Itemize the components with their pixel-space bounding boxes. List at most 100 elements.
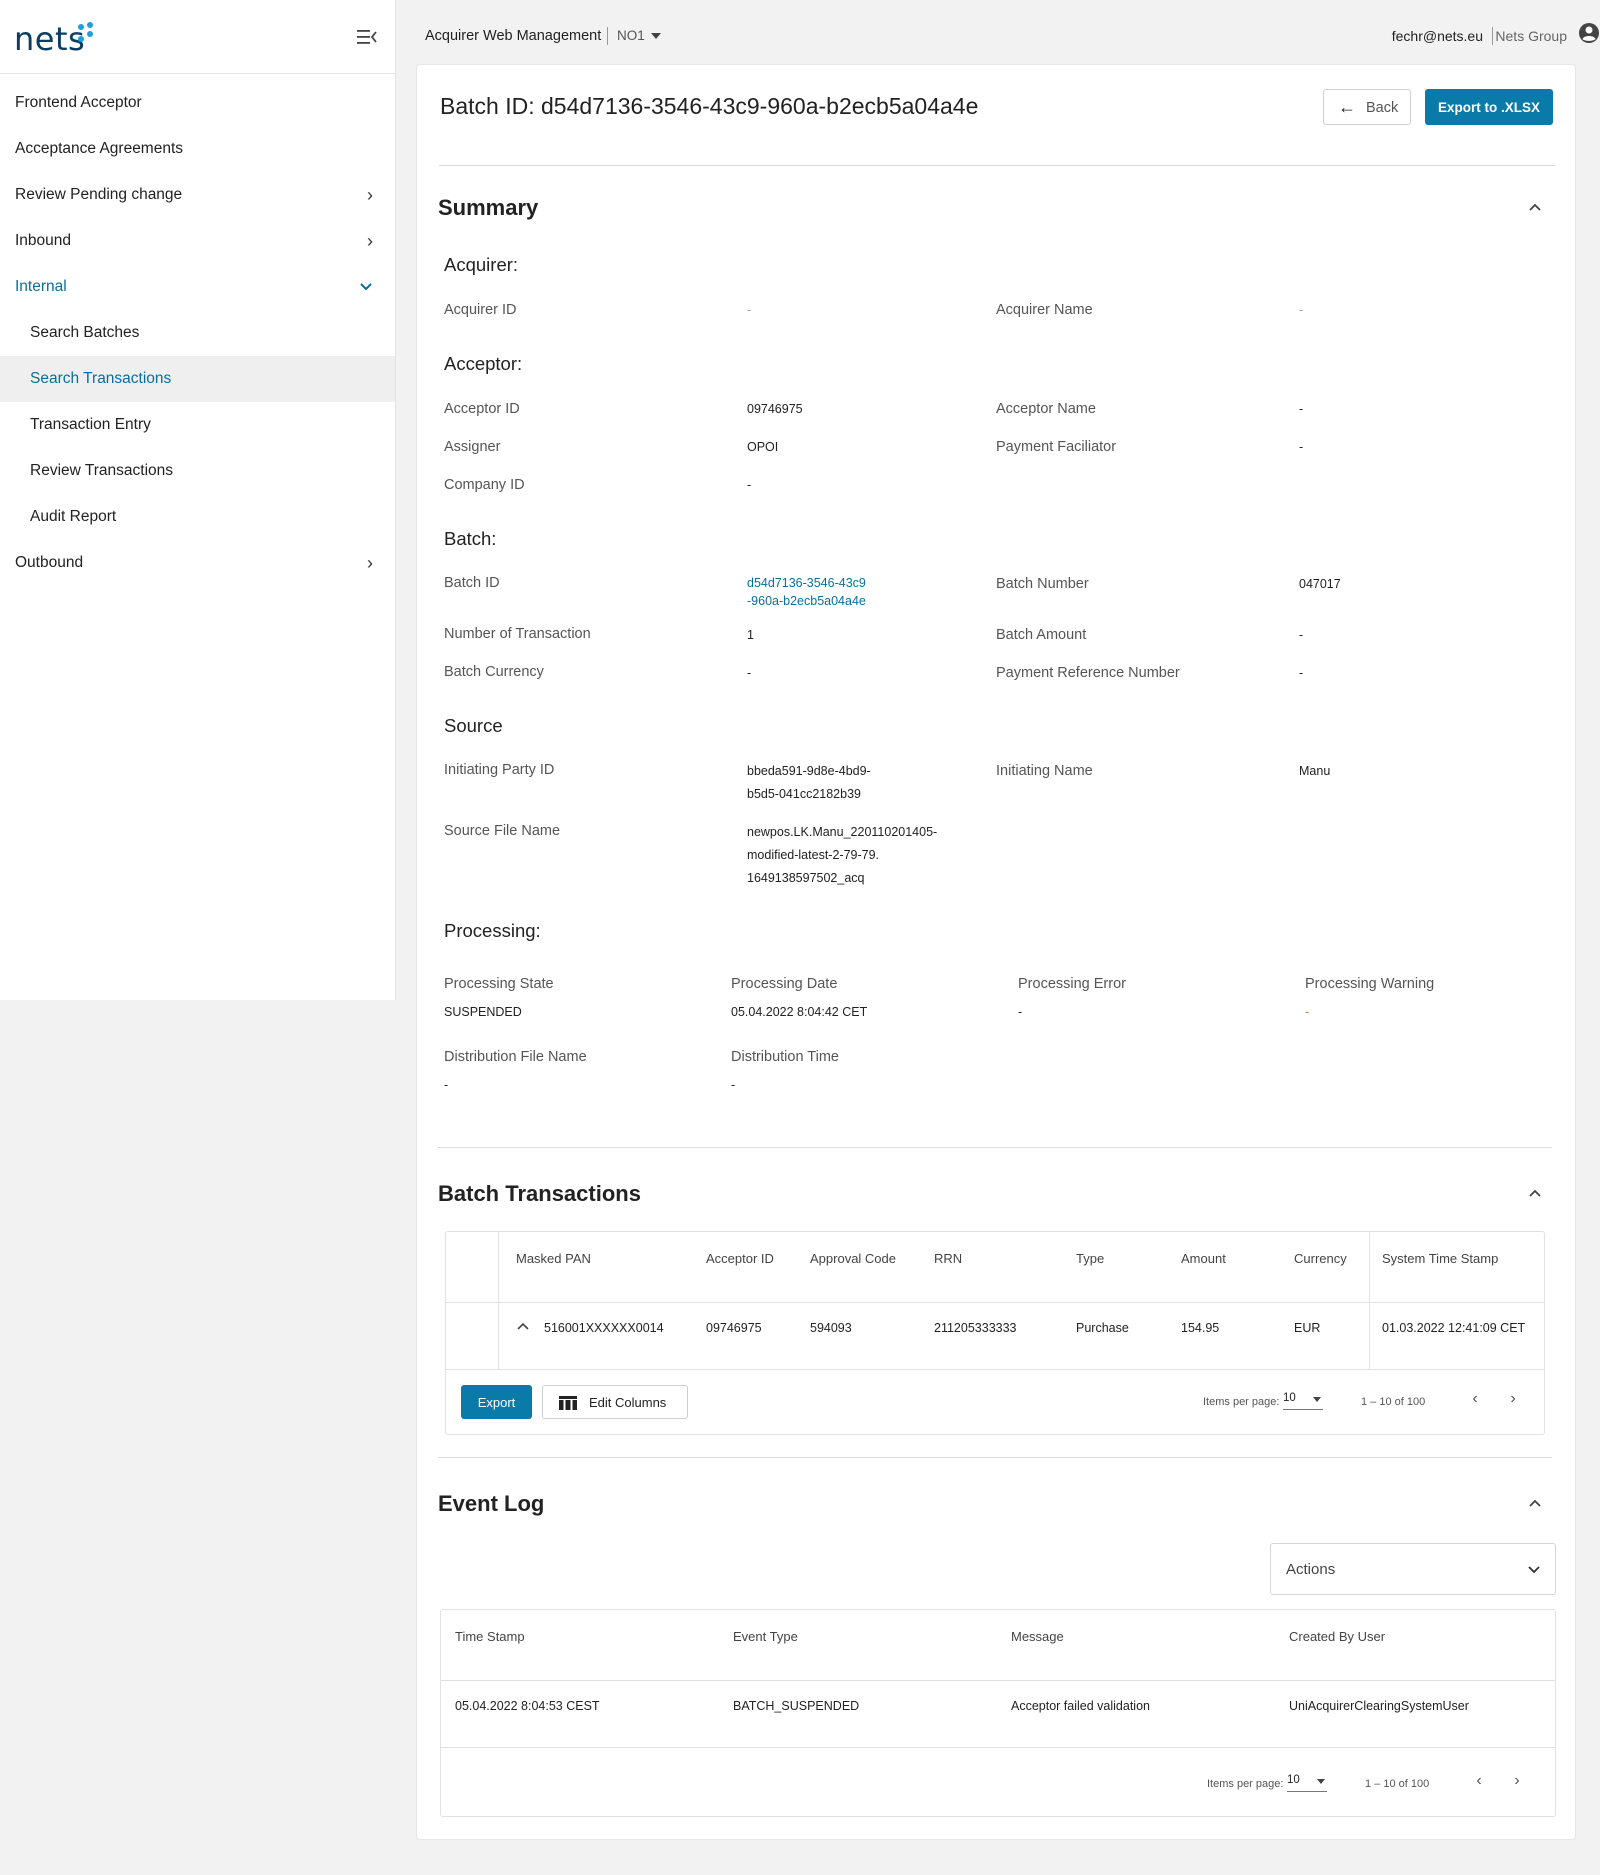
- summary-title: Summary: [438, 195, 539, 220]
- chevron-up-icon[interactable]: [516, 1321, 530, 1331]
- pagination-range: 1 – 10 of 100: [1365, 1778, 1430, 1790]
- cell-approval-code: 594093: [810, 1321, 852, 1335]
- table-columns-icon: [559, 1396, 577, 1410]
- batch-detail-card: Batch ID: d54d7136-3546-43c9-960a-b2ecb5…: [416, 64, 1576, 1840]
- cell-masked-pan: 516001XXXXXX0014: [544, 1321, 664, 1335]
- processing-state-label: Processing State: [444, 976, 554, 992]
- sidebar-item-frontend-acceptor[interactable]: Frontend Acceptor: [0, 80, 395, 126]
- row-divider: [441, 1747, 1555, 1748]
- batch-amount-label: Batch Amount: [996, 627, 1087, 643]
- payment-facilitator-label: Payment Faciliator: [996, 439, 1117, 455]
- acceptor-heading: Acceptor:: [444, 353, 523, 374]
- next-page-icon[interactable]: ›: [1505, 1390, 1521, 1408]
- chevron-down-icon: [360, 283, 372, 291]
- chevron-down-icon: [1528, 1566, 1540, 1574]
- sidebar-item-inbound[interactable]: Inbound ›: [0, 218, 395, 264]
- next-page-icon[interactable]: ›: [1509, 1772, 1525, 1790]
- sidebar-item-search-transactions[interactable]: Search Transactions: [0, 356, 395, 402]
- previous-page-icon[interactable]: ‹: [1471, 1772, 1487, 1790]
- distribution-file-value: -: [444, 1078, 449, 1092]
- divider: [439, 165, 1555, 166]
- sidebar-item-review-pending-change[interactable]: Review Pending change ›: [0, 172, 395, 218]
- column-header-system-time-stamp[interactable]: System Time Stamp: [1382, 1251, 1498, 1266]
- acceptor-name-label: Acceptor Name: [996, 401, 1096, 417]
- column-header-approval-code[interactable]: Approval Code: [810, 1251, 896, 1266]
- back-button[interactable]: ← Back: [1323, 89, 1411, 125]
- chevron-up-icon[interactable]: [1526, 201, 1544, 213]
- assigner-label: Assigner: [444, 439, 501, 455]
- cell-message: Acceptor failed validation: [1011, 1699, 1150, 1713]
- chevron-right-icon: ›: [367, 553, 373, 573]
- nets-logo: nets: [14, 20, 86, 58]
- acquirer-id-value: -: [747, 303, 752, 317]
- row-divider: [446, 1302, 1544, 1303]
- arrow-left-icon: ←: [1338, 97, 1356, 117]
- sidebar-item-audit-report[interactable]: Audit Report: [0, 494, 395, 540]
- divider: [1492, 27, 1493, 45]
- assigner-value: OPOI: [747, 440, 779, 454]
- column-header-time-stamp[interactable]: Time Stamp: [455, 1629, 525, 1644]
- initiating-name-label: Initiating Name: [996, 763, 1093, 779]
- processing-warning-value: -: [1305, 1005, 1310, 1019]
- app-title: Acquirer Web Management: [425, 28, 602, 44]
- edit-columns-button[interactable]: Edit Columns: [542, 1385, 688, 1419]
- batch-id-link[interactable]: d54d7136-3546-43c9 -960a-b2ecb5a04a4e: [747, 574, 866, 610]
- caret-down-icon[interactable]: [651, 33, 661, 39]
- column-header-acceptor-id[interactable]: Acceptor ID: [706, 1251, 774, 1266]
- actions-select[interactable]: Actions: [1270, 1543, 1556, 1595]
- user-account-icon[interactable]: [1578, 22, 1600, 44]
- collapse-menu-icon[interactable]: [357, 29, 377, 45]
- column-header-currency[interactable]: Currency: [1294, 1251, 1347, 1266]
- initiating-party-value-line2: b5d5-041cc2182b39: [747, 787, 861, 801]
- column-divider: [498, 1232, 499, 1369]
- top-bar: Acquirer Web Management NO1 fechr@nets.e…: [397, 0, 1600, 70]
- divider: [438, 1147, 1552, 1148]
- row-divider: [441, 1680, 1555, 1681]
- transaction-count-label: Number of Transaction: [444, 626, 591, 642]
- batch-number-label: Batch Number: [996, 576, 1089, 592]
- sidebar-item-internal[interactable]: Internal: [0, 264, 395, 310]
- acceptor-name-value: -: [1299, 402, 1304, 416]
- previous-page-icon[interactable]: ‹: [1467, 1390, 1483, 1408]
- initiating-party-value-line1: bbeda591-9d8e-4bd9-: [747, 764, 871, 778]
- column-header-event-type[interactable]: Event Type: [733, 1629, 798, 1644]
- chevron-up-icon[interactable]: [1526, 1497, 1544, 1509]
- source-file-value-line2: modified-latest-2-79-79.: [747, 848, 880, 862]
- sidebar-item-outbound[interactable]: Outbound ›: [0, 540, 395, 586]
- column-header-amount[interactable]: Amount: [1181, 1251, 1226, 1266]
- column-header-created-by-user[interactable]: Created By User: [1289, 1629, 1385, 1644]
- sidebar-item-transaction-entry[interactable]: Transaction Entry: [0, 402, 395, 448]
- payment-reference-label: Payment Reference Number: [996, 665, 1180, 681]
- cell-currency: EUR: [1294, 1321, 1321, 1335]
- company-id-value: -: [747, 478, 752, 492]
- column-header-message[interactable]: Message: [1011, 1629, 1064, 1644]
- export-button[interactable]: Export: [461, 1385, 532, 1419]
- group-name: Nets Group: [1495, 28, 1567, 44]
- sidebar-item-review-transactions[interactable]: Review Transactions: [0, 448, 395, 494]
- column-header-masked-pan[interactable]: Masked PAN: [516, 1251, 591, 1266]
- sidebar: nets Frontend Acceptor Acceptance Agreem…: [0, 0, 396, 1000]
- processing-heading: Processing:: [444, 920, 541, 941]
- sidebar-item-acceptance-agreements[interactable]: Acceptance Agreements: [0, 126, 395, 172]
- column-header-rrn[interactable]: RRN: [934, 1251, 962, 1266]
- page-title: Batch ID: d54d7136-3546-43c9-960a-b2ecb5…: [440, 93, 979, 119]
- logo-row: nets: [0, 0, 395, 74]
- sidebar-item-search-batches[interactable]: Search Batches: [0, 310, 395, 356]
- source-heading: Source: [444, 715, 503, 736]
- items-per-page-label: Items per page:: [1207, 1778, 1284, 1790]
- transaction-count-value: 1: [747, 628, 754, 642]
- processing-date-value: 05.04.2022 8:04:42 CET: [731, 1005, 868, 1019]
- batch-heading: Batch:: [444, 528, 497, 549]
- source-file-label: Source File Name: [444, 823, 561, 839]
- distribution-time-value: -: [731, 1078, 736, 1092]
- row-divider: [446, 1369, 1544, 1370]
- export-xlsx-button[interactable]: Export to .XLSX: [1425, 89, 1553, 125]
- distribution-file-label: Distribution File Name: [444, 1049, 587, 1065]
- column-header-type[interactable]: Type: [1076, 1251, 1104, 1266]
- divider: [438, 1457, 1552, 1458]
- chevron-up-icon[interactable]: [1526, 1187, 1544, 1199]
- items-per-page-select[interactable]: 10: [1283, 1392, 1323, 1410]
- org-selector[interactable]: NO1: [617, 28, 645, 43]
- batch-number-value: 047017: [1299, 577, 1341, 591]
- items-per-page-select[interactable]: 10: [1287, 1774, 1327, 1792]
